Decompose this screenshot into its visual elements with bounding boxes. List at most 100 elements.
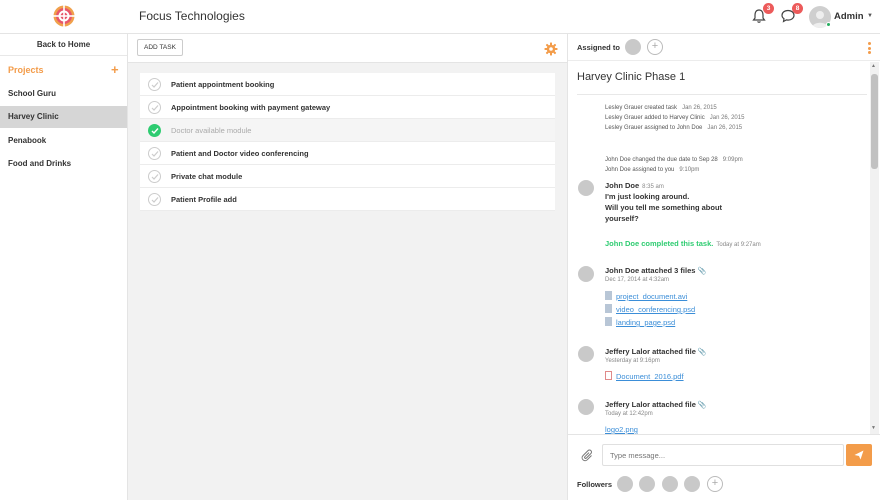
back-to-home-link[interactable]: Back to Home [0,34,127,56]
send-icon [854,450,864,460]
add-task-button[interactable]: ADD TASK [137,39,183,56]
task-check-icon[interactable] [148,78,161,91]
task-label: Patient and Doctor video conferencing [171,149,309,158]
completed-notice: John Doe completed this task. Today at 9:… [605,239,761,248]
messages-badge: 8 [792,3,803,14]
attachment-title-text: Jeffery Lalor attached file [605,400,696,409]
avatar[interactable] [578,399,594,415]
assigned-to-label: Assigned to [577,43,620,52]
user-name[interactable]: Admin [834,11,864,22]
scroll-up-icon[interactable]: ▲ [871,63,876,69]
paperclip-icon[interactable] [581,449,595,463]
file-name[interactable]: logo2.png [605,425,638,434]
task-row[interactable]: Patient Profile add [140,188,555,211]
scrollbar[interactable]: ▲ ▼ [870,62,879,434]
task-check-icon[interactable] [148,193,161,206]
attachment-date: Dec 17, 2014 at 4:32am [605,277,670,283]
pdf-file-icon [605,371,612,380]
file-name[interactable]: project_document.avi [616,292,687,301]
task-label: Patient appointment booking [171,80,275,89]
attachment-title-text: Jeffery Lalor attached file [605,347,696,356]
message-composer: Followers + [568,434,880,500]
attachment-date: Today at 12:42pm [605,411,653,417]
log-date: Jan 26, 2015 [709,115,745,121]
add-project-button[interactable]: + [111,62,119,77]
log-text: John Doe changed the due date to Sep 28 [605,157,718,163]
log-date: 9:10pm [679,167,700,173]
assignee-avatar[interactable] [625,39,641,55]
task-row[interactable]: Doctor available module [140,119,555,142]
log-text: Lesley Grauer assigned to John Doe [605,125,703,131]
avatar[interactable] [578,346,594,362]
file-name[interactable]: video_conferencing.psd [616,305,695,314]
file-link[interactable]: landing_page.psd [605,317,675,327]
message-input[interactable] [602,444,844,466]
sidebar-item-school-guru[interactable]: School Guru [0,83,127,105]
file-icon [605,317,612,326]
add-assignee-button[interactable]: + [647,39,663,55]
task-row[interactable]: Patient and Doctor video conferencing [140,142,555,165]
task-row[interactable]: Appointment booking with payment gateway [140,96,555,119]
log-date: 9:09pm [722,157,743,163]
sidebar-item-food-and-drinks[interactable]: Food and Drinks [0,153,127,175]
file-link[interactable]: logo2.png [605,425,638,434]
task-label: Patient Profile add [171,195,237,204]
follower-avatar[interactable] [639,476,655,492]
followers-label: Followers [577,480,613,489]
task-label: Doctor available module [171,126,252,135]
message-line: I'm just looking around. [605,192,690,201]
message-body: I'm just looking around. Will you tell m… [605,191,722,224]
file-icon [605,291,612,300]
task-check-icon[interactable] [148,101,161,114]
sidebar: Back to Home Projects + School Guru Harv… [0,34,128,500]
sidebar-item-harvey-clinic[interactable]: Harvey Clinic [0,106,127,128]
task-toolbar: ADD TASK [128,34,567,63]
notifications-button[interactable]: 3 [751,3,774,26]
attachment-title: Jeffery Lalor attached file 📎 [605,400,707,409]
scroll-thumb[interactable] [871,74,878,169]
messages-button[interactable]: 8 [780,3,803,26]
avatar[interactable] [578,180,594,196]
attachment-title: Jeffery Lalor attached file 📎 [605,347,707,356]
task-check-icon[interactable] [148,147,161,160]
logo-icon[interactable] [53,5,75,27]
notifications-badge: 3 [763,3,774,14]
attachment-title-text: John Doe attached 3 files [605,266,696,275]
attachment-date: Yesterday at 9:16pm [605,358,660,364]
avatar[interactable] [578,266,594,282]
top-header: Focus Technologies 3 8 Admin ▼ [0,0,880,34]
task-label: Private chat module [171,172,243,181]
gear-icon[interactable] [544,42,558,56]
follower-avatar[interactable] [684,476,700,492]
task-title: Harvey Clinic Phase 1 [577,71,686,83]
file-link[interactable]: project_document.avi [605,291,687,301]
paperclip-icon: 📎 [697,268,707,275]
log-date: Jan 26, 2015 [682,105,717,111]
scroll-down-icon[interactable]: ▼ [871,425,876,431]
message-author: John Doe 8:35 am [605,181,664,190]
paperclip-icon: 📎 [697,349,707,356]
more-options-icon[interactable] [868,42,872,56]
follower-avatar[interactable] [662,476,678,492]
assign-bar: Assigned to + [568,34,880,61]
task-panel: ADD TASK Patient appointment booking App… [128,34,567,500]
online-status-dot [826,22,831,27]
file-link[interactable]: Document_2016.pdf [605,371,684,381]
task-list: Patient appointment booking Appointment … [140,73,555,211]
projects-heading: Projects [8,65,44,75]
task-check-icon[interactable] [148,124,161,137]
send-button[interactable] [846,444,872,466]
task-row[interactable]: Private chat module [140,165,555,188]
task-label: Appointment booking with payment gateway [171,103,331,112]
sidebar-item-penabook[interactable]: Penabook [0,130,127,152]
task-check-icon[interactable] [148,170,161,183]
log-text: John Doe assigned to you [605,167,675,173]
file-name[interactable]: landing_page.psd [616,318,675,327]
add-follower-button[interactable]: + [707,476,723,492]
file-link[interactable]: video_conferencing.psd [605,304,695,314]
follower-avatar[interactable] [617,476,633,492]
file-name[interactable]: Document_2016.pdf [616,372,684,381]
task-row[interactable]: Patient appointment booking [140,73,555,96]
message-line: yourself? [605,214,639,223]
caret-down-icon[interactable]: ▼ [867,13,873,19]
